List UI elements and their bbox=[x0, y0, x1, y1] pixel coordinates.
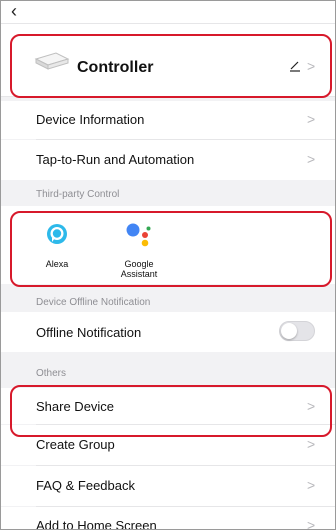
section-header-offline: Device Offline Notification bbox=[1, 290, 335, 312]
device-settings-screen: ‹ Controller > Device Information > Tap-… bbox=[0, 0, 336, 530]
toggle-knob bbox=[281, 323, 297, 339]
section-title: Device Offline Notification bbox=[36, 297, 151, 308]
row-label: Offline Notification bbox=[36, 325, 142, 340]
highlight-box-third-party bbox=[10, 211, 332, 287]
row-label: Tap-to-Run and Automation bbox=[36, 152, 195, 167]
chevron-right-icon: > bbox=[307, 436, 316, 452]
highlight-box-device-header bbox=[10, 34, 332, 98]
row-tap-to-run[interactable]: Tap-to-Run and Automation > bbox=[1, 140, 335, 180]
chevron-right-icon: > bbox=[307, 517, 316, 530]
chevron-right-icon: > bbox=[307, 151, 316, 167]
row-label: Device Information bbox=[36, 112, 145, 127]
top-bar: ‹ bbox=[1, 1, 335, 23]
row-faq-feedback[interactable]: FAQ & Feedback > bbox=[1, 466, 335, 506]
row-device-information[interactable]: Device Information > bbox=[1, 101, 335, 139]
offline-notification-toggle[interactable] bbox=[279, 321, 315, 341]
section-title: Third-party Control bbox=[36, 189, 120, 200]
highlight-box-share-group bbox=[10, 385, 332, 437]
row-label: FAQ & Feedback bbox=[36, 478, 135, 493]
chevron-right-icon: > bbox=[307, 477, 316, 493]
row-add-to-home-screen[interactable]: Add to Home Screen > bbox=[1, 507, 335, 530]
section-title: Others bbox=[36, 368, 67, 379]
chevron-right-icon: > bbox=[307, 111, 316, 127]
section-header-others: Others bbox=[1, 352, 335, 388]
row-label: Create Group bbox=[36, 437, 115, 452]
chevron-left-icon[interactable]: ‹ bbox=[11, 1, 17, 21]
row-label: Add to Home Screen bbox=[36, 518, 157, 530]
section-header-third-party: Third-party Control bbox=[1, 180, 335, 206]
